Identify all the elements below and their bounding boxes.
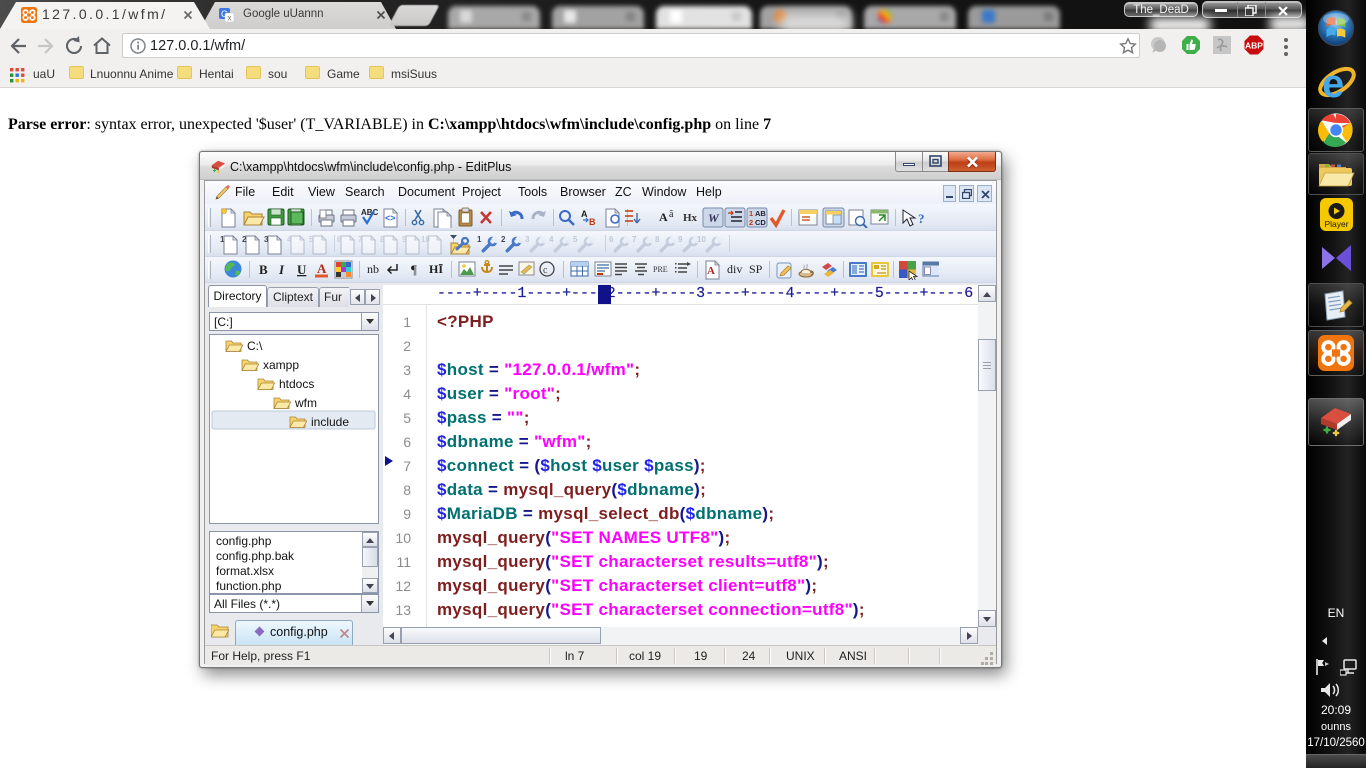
svg-text:B: B xyxy=(259,262,268,277)
svg-text:5: 5 xyxy=(573,235,578,244)
svg-text:A: A xyxy=(581,209,588,219)
svg-text:2: 2 xyxy=(501,235,506,244)
svg-text:c: c xyxy=(543,265,548,276)
svg-text:SP: SP xyxy=(749,262,763,276)
svg-text:6: 6 xyxy=(609,235,614,244)
svg-text:A: A xyxy=(317,261,327,276)
svg-text:<>: <> xyxy=(385,213,396,223)
svg-text:4: 4 xyxy=(549,235,554,244)
svg-text:2: 2 xyxy=(749,218,753,227)
svg-text:Hx: Hx xyxy=(683,212,698,224)
svg-text:I: I xyxy=(278,262,285,277)
svg-text:e: e xyxy=(1322,62,1344,104)
svg-text:PRE: PRE xyxy=(653,265,668,274)
svg-text:A: A xyxy=(707,265,715,277)
svg-text:W: W xyxy=(708,211,720,225)
svg-text:9: 9 xyxy=(402,235,407,244)
svg-text:ABP: ABP xyxy=(1245,41,1263,51)
svg-text:AB: AB xyxy=(755,209,766,218)
svg-text:3: 3 xyxy=(264,235,269,244)
svg-text:?: ? xyxy=(918,211,925,226)
svg-text:6: 6 xyxy=(337,235,342,244)
svg-text:¶: ¶ xyxy=(411,262,417,277)
svg-text:7: 7 xyxy=(632,235,637,244)
svg-text:1: 1 xyxy=(220,235,225,244)
svg-text:B: B xyxy=(589,217,596,227)
svg-text:7: 7 xyxy=(358,235,363,244)
svg-text:htdocs: htdocs xyxy=(279,377,314,391)
svg-text:U: U xyxy=(297,262,307,277)
svg-text:A: A xyxy=(659,210,668,224)
svg-text:ã: ã xyxy=(669,209,674,220)
svg-text:HĪ: HĪ xyxy=(429,262,443,276)
svg-text:xampp: xampp xyxy=(263,358,299,372)
svg-text:Player: Player xyxy=(1324,219,1348,229)
svg-text:9: 9 xyxy=(678,235,683,244)
svg-text:4: 4 xyxy=(287,235,292,244)
svg-text:3: 3 xyxy=(525,235,530,244)
svg-text:2: 2 xyxy=(242,235,247,244)
svg-text:wfm: wfm xyxy=(294,396,317,410)
svg-text:CD: CD xyxy=(755,218,766,227)
svg-text:ABC: ABC xyxy=(361,208,379,217)
svg-text:8: 8 xyxy=(380,235,385,244)
svg-text:5: 5 xyxy=(309,235,314,244)
svg-text:1: 1 xyxy=(749,209,753,218)
svg-text:x: x xyxy=(228,14,232,23)
svg-text:8: 8 xyxy=(655,235,660,244)
svg-text:10: 10 xyxy=(697,235,706,244)
svg-text:10: 10 xyxy=(421,235,430,244)
svg-text:nb: nb xyxy=(367,262,379,276)
svg-text:div: div xyxy=(727,262,742,276)
svg-text:C:\: C:\ xyxy=(247,339,263,353)
svg-text:1: 1 xyxy=(477,235,482,244)
svg-text:include: include xyxy=(311,415,349,429)
